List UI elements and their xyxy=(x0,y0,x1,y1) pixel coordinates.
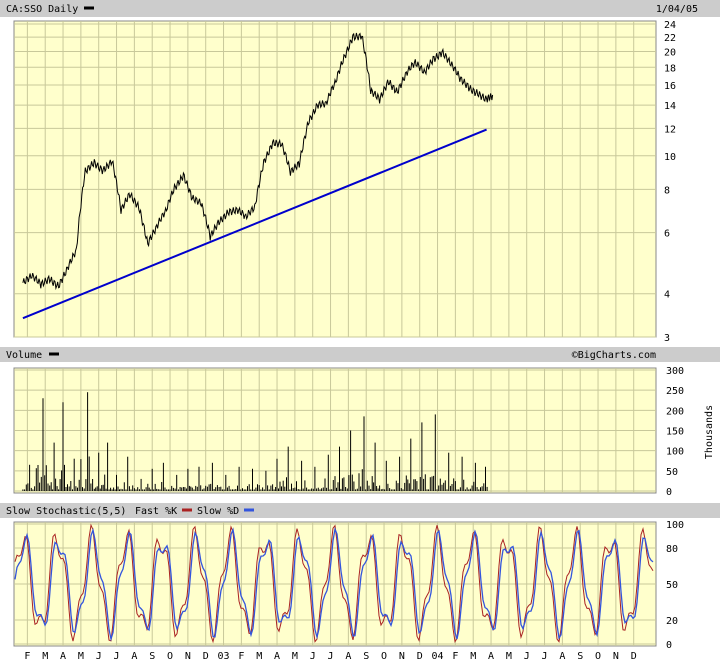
x-tick-label: O xyxy=(381,651,387,662)
x-tick-label: 04 xyxy=(432,651,444,662)
x-tick-label: M xyxy=(256,651,262,662)
price-y-tick-label: 22 xyxy=(664,33,676,44)
x-tick-label: A xyxy=(345,651,351,662)
x-tick-label: S xyxy=(149,651,155,662)
x-axis: F M A M J J A S O N D 03 F M A M J J A S O N D 04 F M A M J J A S O N D xyxy=(24,651,636,662)
x-tick-label: N xyxy=(399,651,405,662)
x-tick-label: 03 xyxy=(218,651,230,662)
x-tick-label: J xyxy=(96,651,102,662)
price-y-tick-label: 10 xyxy=(664,152,676,163)
price-y-tick-label: 18 xyxy=(664,63,676,74)
stochastic-y-tick-label: 50 xyxy=(666,580,678,591)
price-title: CA:SSO Daily xyxy=(6,4,78,15)
x-tick-label: M xyxy=(470,651,476,662)
x-tick-label: J xyxy=(542,651,548,662)
x-tick-label: F xyxy=(238,651,244,662)
stochastic-y-tick-label: 80 xyxy=(666,544,678,555)
x-tick-label: O xyxy=(167,651,173,662)
price-header-bar xyxy=(0,0,720,17)
x-tick-label: F xyxy=(24,651,30,662)
x-tick-label: S xyxy=(363,651,369,662)
x-tick-label: N xyxy=(613,651,619,662)
volume-y-tick-label: 200 xyxy=(666,406,684,417)
chart-credit: ©BigCharts.com xyxy=(572,350,656,361)
stochastic-y-axis: 0 20 50 80 100 xyxy=(666,520,684,651)
price-y-tick-label: 16 xyxy=(664,81,676,92)
x-tick-label: M xyxy=(42,651,48,662)
x-tick-label: M xyxy=(78,651,84,662)
x-tick-label: O xyxy=(595,651,601,662)
price-y-tick-label: 4 xyxy=(664,290,670,301)
price-y-axis: 3 4 6 8 10 12 14 16 18 20 22 24 xyxy=(664,20,676,344)
volume-title: Volume xyxy=(6,350,42,361)
x-tick-label: J xyxy=(328,651,334,662)
x-tick-label: N xyxy=(185,651,191,662)
x-tick-label: J xyxy=(310,651,316,662)
stochastic-legend-d: Slow %D xyxy=(197,506,239,517)
stochastic-y-tick-label: 0 xyxy=(666,640,672,651)
x-tick-label: D xyxy=(203,651,209,662)
x-tick-label: A xyxy=(131,651,137,662)
volume-y-tick-label: 150 xyxy=(666,427,684,438)
x-tick-label: A xyxy=(559,651,565,662)
stock-chart: CA:SSO Daily 1/04/05 3 4 6 8 10 12 14 16 18 20 22 2… xyxy=(0,0,720,662)
chart-date: 1/04/05 xyxy=(656,4,698,15)
stochastic-legend-k: Fast %K xyxy=(135,506,177,517)
price-y-tick-label: 20 xyxy=(664,47,676,58)
x-tick-label: A xyxy=(488,651,494,662)
price-y-tick-label: 24 xyxy=(664,20,676,31)
x-tick-label: A xyxy=(274,651,280,662)
volume-y-tick-label: 0 xyxy=(666,487,672,498)
stochastic-title: Slow Stochastic(5,5) xyxy=(6,506,126,517)
price-plot-area xyxy=(13,20,657,338)
x-tick-label: M xyxy=(506,651,512,662)
stochastic-y-tick-label: 100 xyxy=(666,520,684,531)
x-tick-label: F xyxy=(452,651,458,662)
price-y-tick-label: 6 xyxy=(664,229,670,240)
stochastic-y-tick-label: 20 xyxy=(666,616,678,627)
volume-y-tick-label: 250 xyxy=(666,386,684,397)
volume-y-tick-label: 50 xyxy=(666,467,678,478)
price-y-tick-label: 14 xyxy=(664,101,676,112)
price-y-tick-label: 12 xyxy=(664,124,676,135)
volume-axis-label: Thousands xyxy=(704,405,715,459)
x-tick-label: S xyxy=(577,651,583,662)
x-tick-label: J xyxy=(114,651,120,662)
x-tick-label: J xyxy=(524,651,530,662)
x-tick-label: D xyxy=(631,651,637,662)
x-tick-label: A xyxy=(60,651,66,662)
volume-y-axis: 0 50 100 150 200 250 300 xyxy=(666,366,684,498)
volume-y-tick-label: 300 xyxy=(666,366,684,377)
x-tick-label: D xyxy=(417,651,423,662)
volume-y-tick-label: 100 xyxy=(666,447,684,458)
price-y-tick-label: 8 xyxy=(664,185,670,196)
x-tick-label: M xyxy=(292,651,298,662)
price-y-tick-label: 3 xyxy=(664,333,670,344)
